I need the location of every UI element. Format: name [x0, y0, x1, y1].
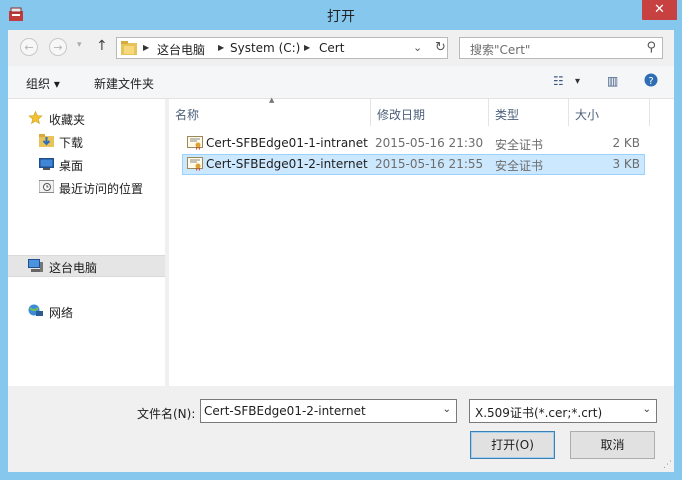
address-dropdown-icon[interactable]: ⌄	[413, 41, 422, 54]
cancel-button[interactable]: 取消	[570, 431, 655, 459]
dialog-body: ← → ▾ ↑ ▶ 这台电脑 ▶ System (C:) ▶ Cert ⌄ ↻	[8, 30, 674, 472]
nav-item-network[interactable]: 网络	[8, 301, 165, 322]
downloads-folder-icon	[39, 134, 54, 147]
resize-grip-icon[interactable]: ⋰	[663, 460, 672, 470]
nav-item-label: 桌面	[59, 159, 84, 173]
column-header-label: 大小	[575, 108, 600, 122]
column-header-label: 名称	[175, 108, 200, 122]
open-button[interactable]: 打开(O)	[470, 431, 555, 459]
breadcrumb-this-pc[interactable]: 这台电脑	[157, 41, 205, 58]
computer-icon	[28, 259, 43, 272]
preview-pane-icon[interactable]: ▥	[607, 74, 618, 88]
column-header-name[interactable]: 名称 ▲	[169, 96, 371, 126]
certificate-icon	[187, 157, 203, 171]
navigation-pane: 收藏夹 下载 桌面 最近访问的位置 这台电脑 网络	[8, 99, 165, 386]
column-header-label: 类型	[495, 108, 520, 122]
file-name: Cert-SFBEdge01-1-intranet	[206, 136, 368, 150]
desktop-icon	[39, 158, 54, 170]
open-file-dialog: 打开 ✕ ← → ▾ ↑ ▶ 这台电脑 ▶ System (C:) ▶ Cert…	[0, 0, 682, 480]
file-date: 2015-05-16 21:55	[375, 157, 484, 171]
recent-places-icon	[39, 180, 54, 193]
nav-item-desktop[interactable]: 桌面	[8, 154, 165, 175]
search-box[interactable]: 搜索"Cert" ⚲	[459, 37, 663, 59]
command-toolbar: 组织 ▾ 新建文件夹 ☷ ▾ ▥ ?	[8, 66, 674, 99]
nav-item-recent[interactable]: 最近访问的位置	[8, 177, 165, 198]
star-icon	[28, 111, 43, 124]
view-dropdown-icon[interactable]: ▾	[575, 76, 580, 87]
chevron-down-icon[interactable]: ⌄	[443, 404, 451, 415]
up-button[interactable]: ↑	[96, 38, 108, 54]
address-bar[interactable]: ▶ 这台电脑 ▶ System (C:) ▶ Cert ⌄ ↻	[116, 37, 448, 59]
network-icon	[28, 304, 43, 316]
change-view-icon[interactable]: ☷	[553, 74, 564, 88]
nav-item-favorites[interactable]: 收藏夹	[8, 108, 165, 129]
nav-item-label: 收藏夹	[49, 113, 86, 127]
nav-item-label: 下载	[59, 136, 84, 150]
new-folder-button[interactable]: 新建文件夹	[94, 75, 154, 92]
column-header-size[interactable]: 大小	[569, 99, 650, 126]
column-header-label: 修改日期	[377, 108, 426, 122]
sort-ascending-icon: ▲	[269, 96, 275, 104]
filetype-value: X.509证书(*.cer;*.crt)	[475, 406, 603, 420]
filename-label: 文件名(N):	[137, 407, 196, 421]
file-type: 安全证书	[495, 159, 544, 173]
file-type: 安全证书	[495, 138, 544, 152]
nav-item-label: 这台电脑	[49, 261, 98, 275]
filetype-select[interactable]: X.509证书(*.cer;*.crt) ⌄	[469, 399, 657, 423]
nav-item-this-pc[interactable]: 这台电脑	[8, 255, 165, 277]
nav-item-downloads[interactable]: 下载	[8, 131, 165, 152]
filename-combobox[interactable]: Cert-SFBEdge01-2-internet ⌄	[200, 399, 457, 423]
title-bar[interactable]: 打开 ✕	[0, 0, 682, 30]
recent-locations-dropdown[interactable]: ▾	[77, 40, 82, 50]
nav-item-label: 网络	[49, 306, 74, 320]
file-name: Cert-SFBEdge01-2-internet	[206, 157, 368, 171]
file-list: 名称 ▲ 修改日期 类型 大小 Cert-SFBEdge01-1-intrane…	[169, 96, 674, 386]
search-placeholder: 搜索"Cert"	[470, 43, 531, 57]
column-header-date[interactable]: 修改日期	[371, 99, 489, 126]
certificate-icon	[187, 136, 203, 150]
help-icon[interactable]: ?	[644, 73, 658, 90]
file-size: 2 KB	[612, 136, 640, 150]
close-button[interactable]: ✕	[642, 0, 677, 20]
breadcrumb-separator-icon[interactable]: ▶	[304, 43, 310, 52]
dialog-footer: 文件名(N): Cert-SFBEdge01-2-internet ⌄ X.50…	[8, 386, 674, 472]
breadcrumb-system-c[interactable]: System (C:)	[230, 41, 300, 55]
navigation-bar: ← → ▾ ↑ ▶ 这台电脑 ▶ System (C:) ▶ Cert ⌄ ↻	[8, 30, 674, 66]
filename-value[interactable]: Cert-SFBEdge01-2-internet	[204, 404, 366, 418]
refresh-icon[interactable]: ↻	[435, 40, 446, 55]
svg-text:?: ?	[648, 76, 653, 87]
chevron-down-icon[interactable]: ⌄	[643, 404, 651, 415]
breadcrumb-separator-icon[interactable]: ▶	[218, 43, 224, 52]
breadcrumb-cert[interactable]: Cert	[319, 41, 344, 55]
file-row[interactable]: Cert-SFBEdge01-1-intranet 2015-05-16 21:…	[182, 133, 645, 154]
forward-button[interactable]: →	[49, 38, 67, 56]
file-date: 2015-05-16 21:30	[375, 136, 484, 150]
nav-item-label: 最近访问的位置	[59, 182, 144, 196]
window-title: 打开	[327, 9, 355, 25]
file-size: 3 KB	[612, 157, 640, 171]
search-icon[interactable]: ⚲	[646, 40, 656, 55]
folder-icon	[121, 41, 137, 55]
breadcrumb-separator-icon[interactable]: ▶	[143, 43, 149, 52]
organize-menu[interactable]: 组织 ▾	[26, 75, 60, 92]
back-button[interactable]: ←	[20, 38, 38, 56]
column-header-type[interactable]: 类型	[489, 99, 569, 126]
file-row-selected[interactable]: Cert-SFBEdge01-2-internet 2015-05-16 21:…	[182, 154, 645, 175]
